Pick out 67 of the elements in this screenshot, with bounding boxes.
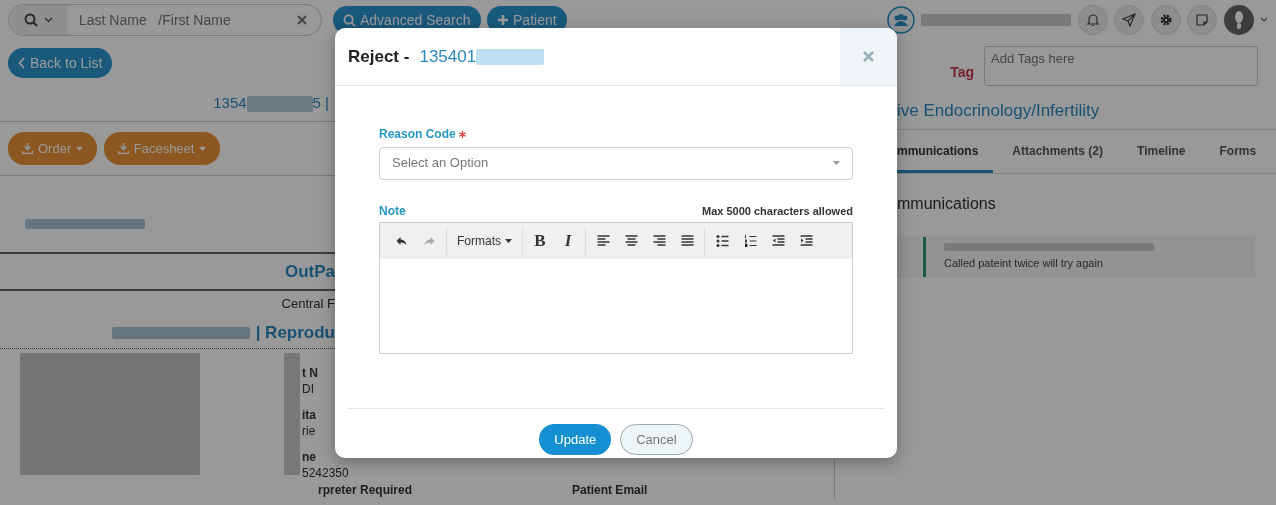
update-button[interactable]: Update	[539, 424, 612, 455]
caret-icon	[76, 146, 84, 151]
chevron-icon	[43, 17, 53, 23]
select-field[interactable]: Select an Option	[379, 146, 853, 180]
search-field[interactable]: Last Name /First Name	[67, 9, 297, 31]
blurred-text	[476, 48, 545, 65]
rich-text-editor[interactable]: Formats B I	[379, 221, 853, 354]
patient-id: 1354	[213, 93, 247, 114]
send-icon[interactable]	[1114, 5, 1144, 35]
align-left-icon[interactable]	[596, 234, 610, 247]
caret-icon	[833, 161, 840, 165]
field-label: ne	[302, 449, 317, 465]
justify-icon[interactable]	[680, 234, 694, 247]
chevron-icon	[18, 57, 26, 69]
search-icon	[23, 13, 38, 27]
download-icon	[117, 143, 129, 154]
chevron-icon[interactable]	[1260, 17, 1268, 23]
specialty-title: ive Endocrinology/Infertility	[897, 101, 1100, 120]
field-label: Patient Email	[572, 482, 648, 499]
field-value: rie	[302, 423, 317, 439]
caret-icon	[199, 146, 207, 151]
character-limit: Max 5000 characters allowed	[701, 204, 853, 219]
numbered-list-icon[interactable]	[743, 234, 757, 247]
bell-icon[interactable]	[1077, 5, 1108, 35]
tab[interactable]: Forms	[1204, 130, 1272, 173]
align-center-icon[interactable]	[624, 234, 638, 247]
close-icon	[863, 51, 874, 62]
tab[interactable]: Attachments (2)	[997, 130, 1119, 173]
clear-icon[interactable]	[297, 15, 307, 25]
field-label: Note	[379, 202, 406, 220]
bold-button[interactable]: B	[527, 227, 553, 254]
indent-icon[interactable]	[799, 234, 813, 247]
avatar-icon[interactable]	[1223, 5, 1254, 35]
field-label: t N	[302, 365, 319, 381]
report-subtitle: Central F	[281, 295, 335, 314]
italic-button[interactable]: I	[555, 227, 581, 254]
search-bar[interactable]: Last Name /First Name	[8, 4, 322, 36]
undo-icon[interactable]	[394, 234, 408, 247]
section-heading: mmunications	[897, 194, 997, 214]
field-label: rpreter Required	[318, 482, 413, 499]
formats-dropdown[interactable]: Formats	[451, 227, 518, 254]
report-title: OutPa	[284, 260, 335, 283]
back-button[interactable]: Back to List	[8, 48, 113, 78]
blurred-text	[246, 95, 313, 112]
cancel-button[interactable]: Cancel	[620, 424, 693, 455]
field-label: ita	[302, 407, 317, 423]
department-title: | Reprodu	[255, 321, 335, 344]
timeline-marker	[923, 237, 926, 277]
plus-icon	[497, 14, 510, 26]
message-text: Called pateint twice will try again	[944, 255, 1104, 271]
field-label: Reason Code	[379, 126, 456, 143]
record-id: 135401	[419, 45, 477, 68]
settings-icon[interactable]	[1150, 5, 1181, 35]
note-icon[interactable]	[1187, 5, 1217, 35]
field-value: 5242350	[302, 465, 349, 481]
tab[interactable]: Timeline	[1122, 130, 1201, 173]
dialog-title: Reject -	[348, 45, 410, 68]
align-right-icon[interactable]	[652, 234, 666, 247]
outdent-icon[interactable]	[771, 234, 785, 247]
tag-label: Tag	[950, 63, 974, 82]
download-icon	[22, 143, 33, 154]
caret-icon	[505, 238, 512, 243]
field-value: DI	[302, 381, 315, 397]
tag-field[interactable]: Add Tags here	[984, 46, 1258, 86]
bullet-list-icon[interactable]	[715, 234, 729, 247]
patient-id: 5 |	[312, 93, 330, 114]
group-icon[interactable]	[886, 6, 915, 34]
